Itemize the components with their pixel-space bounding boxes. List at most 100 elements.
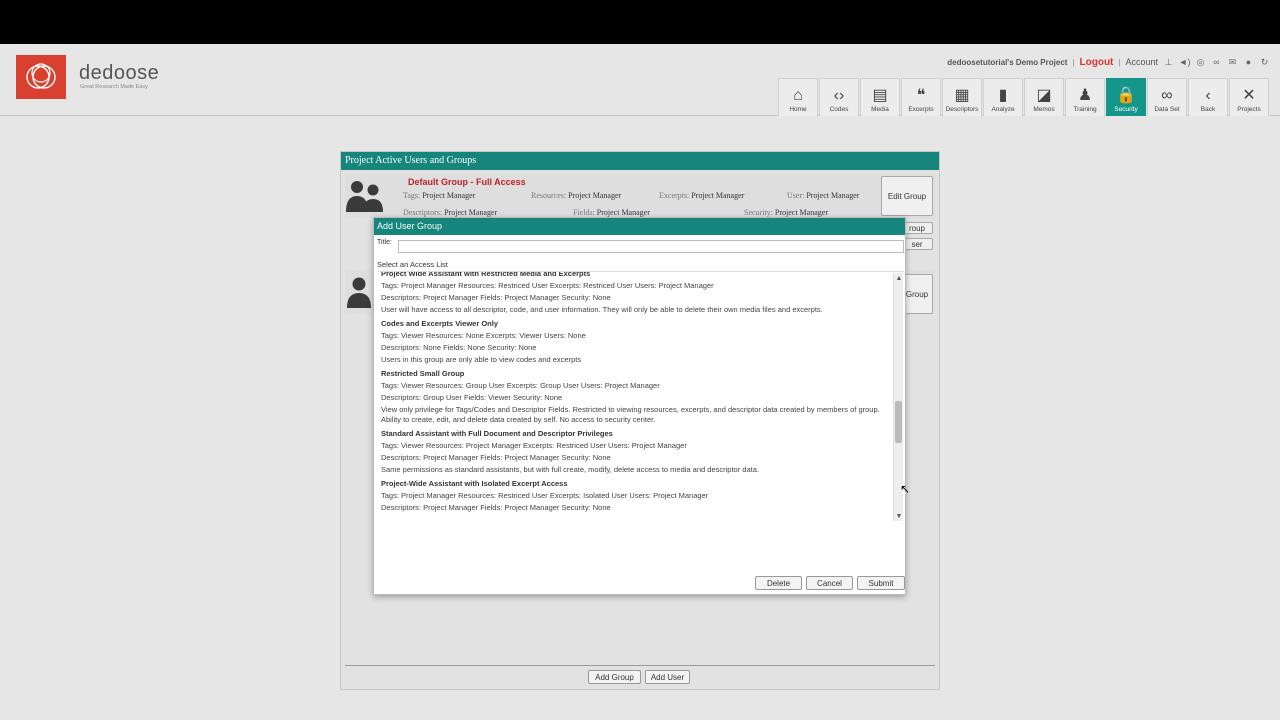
group-users-icon — [345, 178, 387, 221]
volume-icon[interactable]: ◄) — [1179, 57, 1191, 67]
lock-icon: 🔒 — [1116, 87, 1136, 104]
group-field: Descriptors: Project Manager — [403, 208, 498, 217]
nav-security[interactable]: 🔒 Security — [1106, 78, 1146, 116]
main-nav: ⌂ Home ‹› Codes ▤ Media ❝ Excerpts ▦ Descriptors ▮… — [778, 78, 1269, 116]
app-window: dedoose Great Research Made Easy dedoose… — [0, 44, 1280, 720]
add-user-group-dialog: Add User Group Title: Select an Access L… — [373, 217, 906, 595]
access-list-label: Select an Access List — [377, 260, 448, 269]
access-list-item-description: Users in this group are only able to vie… — [381, 355, 582, 364]
nav-label: Media — [871, 106, 889, 113]
user-icon — [345, 274, 375, 317]
group-field: Fields: Project Manager — [573, 208, 650, 217]
separator: | — [1072, 57, 1075, 67]
access-list-item[interactable]: Standard Assistant with Full Document an… — [381, 428, 886, 475]
code-icon: ‹› — [833, 87, 845, 104]
submit-button[interactable]: Submit — [857, 576, 905, 590]
nav-analyze[interactable]: ▮ Analyze — [983, 78, 1023, 116]
help-icon[interactable]: ● — [1243, 57, 1254, 67]
access-list-item-title: Project-Wide Assistant with Isolated Exc… — [381, 479, 568, 488]
bar-chart-icon: ▮ — [998, 87, 1008, 104]
access-list-item-title: Codes and Excerpts Viewer Only — [381, 319, 498, 328]
nav-label: Home — [789, 106, 807, 113]
access-list-item-permissions: Descriptors: Project Manager Fields: Pro… — [381, 503, 611, 512]
link-icon[interactable]: ∞ — [1211, 57, 1222, 67]
access-list-item-permissions: Tags: Project Manager Resources: Restric… — [381, 491, 709, 500]
group-field: Tags: Project Manager — [403, 191, 476, 200]
nav-descriptors[interactable]: ▦ Descriptors — [942, 78, 982, 116]
separator: | — [1118, 57, 1121, 67]
refresh-icon[interactable]: ↻ — [1259, 57, 1270, 67]
trainer-icon: ♟ — [1077, 87, 1093, 104]
dedoose-logo[interactable] — [16, 55, 66, 99]
add-group-button[interactable]: Add Group — [588, 670, 641, 684]
access-list-item-description: User will have access to all descriptor,… — [381, 305, 823, 314]
edit-group-button[interactable]: Edit Group — [881, 176, 933, 216]
logo-wordmark: dedoose — [79, 62, 160, 84]
access-list-item[interactable]: Codes and Excerpts Viewer Only Tags: View… — [381, 318, 886, 365]
nav-excerpts[interactable]: ❝ Excerpts — [901, 78, 941, 116]
access-list-item[interactable]: Project-Wide Assistant with Isolated Exc… — [381, 478, 886, 514]
nav-label: Analyze — [991, 106, 1015, 113]
access-list-item[interactable]: Restricted Small Group Tags: Viewer Resou… — [381, 368, 886, 425]
access-list-item-permissions: Descriptors: Project Manager Fields: Pro… — [381, 293, 611, 302]
nav-memos[interactable]: ◪ Memos — [1024, 78, 1064, 116]
nav-label: Projects — [1237, 106, 1261, 113]
access-list-item-permissions: Descriptors: Project Manager Fields: Pro… — [381, 453, 611, 462]
nav-data-set[interactable]: ∞ Data Set — [1147, 78, 1187, 116]
access-list-item-description: View only privilege for Tags/Codes and D… — [381, 405, 880, 424]
title-input[interactable] — [398, 240, 904, 253]
dialog-title: Add User Group — [374, 218, 905, 235]
access-list-item[interactable]: Project Wide Assistant with Restricted M… — [381, 271, 886, 315]
panel-title: Project Active Users and Groups — [341, 152, 939, 170]
logo-rings-icon — [26, 63, 56, 89]
access-list[interactable]: Project Wide Assistant with Restricted M… — [378, 271, 904, 568]
access-list-item-permissions: Descriptors: Group User Fields: Viewer S… — [381, 393, 563, 402]
access-list-item-permissions: Tags: Viewer Resources: Group User Excer… — [381, 381, 660, 390]
nav-label: Excerpts — [908, 106, 934, 113]
add-user-button[interactable]: Add User — [645, 670, 690, 684]
group-field: Resources: Project Manager — [531, 191, 622, 200]
nav-label: Codes — [829, 106, 849, 113]
pin-icon[interactable]: ⊥ — [1163, 57, 1174, 67]
nav-projects[interactable]: ✕ Projects — [1229, 78, 1269, 116]
scroll-up-icon[interactable]: ▲ — [894, 273, 904, 283]
nav-back[interactable]: ‹ Back — [1188, 78, 1228, 116]
nav-label: Memos — [1033, 106, 1055, 113]
nav-home[interactable]: ⌂ Home — [778, 78, 818, 116]
access-list-item-title: Project Wide Assistant with Restricted M… — [381, 271, 591, 278]
mouse-cursor-icon: ↖ — [900, 482, 911, 496]
home-icon: ⌂ — [793, 87, 803, 104]
divider — [345, 665, 935, 666]
nav-label: Security — [1114, 106, 1138, 113]
nav-label: Descriptors — [945, 106, 979, 113]
nav-media[interactable]: ▤ Media — [860, 78, 900, 116]
access-list-item-permissions: Tags: Viewer Resources: None Excerpts: V… — [381, 331, 586, 340]
nav-label: Back — [1200, 106, 1216, 113]
top-bar: dedoose Great Research Made Easy dedoose… — [0, 44, 1280, 116]
project-name: dedoosetutorial's Demo Project — [947, 57, 1068, 67]
check-circle-icon[interactable]: ◎ — [1195, 57, 1206, 67]
group-field: User: Project Manager — [787, 191, 860, 200]
access-list-item-permissions: Tags: Project Manager Resources: Restric… — [381, 281, 714, 290]
scroll-thumb[interactable] — [895, 401, 902, 443]
logout-link[interactable]: Logout — [1080, 57, 1114, 68]
group-name: Default Group - Full Access — [408, 177, 526, 187]
quote-icon: ❝ — [916, 87, 926, 104]
delete-button[interactable]: Delete — [755, 576, 802, 590]
group-field: Excerpts: Project Manager — [659, 191, 745, 200]
nav-codes[interactable]: ‹› Codes — [819, 78, 859, 116]
account-link[interactable]: Account — [1125, 57, 1158, 67]
access-list-item-permissions: Descriptors: None Fields: None Security:… — [381, 343, 537, 352]
user-toolbar: dedoosetutorial's Demo Project | Logout … — [947, 55, 1270, 69]
logo-tagline: Great Research Made Easy — [80, 84, 148, 90]
cancel-button[interactable]: Cancel — [806, 576, 853, 590]
group-row: Default Group - Full Access Tags: Projec… — [345, 174, 935, 218]
access-list-item-title: Standard Assistant with Full Document an… — [381, 429, 613, 438]
nav-training[interactable]: ♟ Training — [1065, 78, 1105, 116]
memo-icon: ◪ — [1036, 87, 1052, 104]
binoculars-icon: ∞ — [1161, 87, 1173, 104]
mail-icon[interactable]: ✉ — [1227, 57, 1238, 67]
scroll-down-icon[interactable]: ▼ — [894, 511, 904, 521]
nav-label: Data Set — [1154, 106, 1180, 113]
access-list-item-permissions: Tags: Viewer Resources: Project Manager … — [381, 441, 687, 450]
